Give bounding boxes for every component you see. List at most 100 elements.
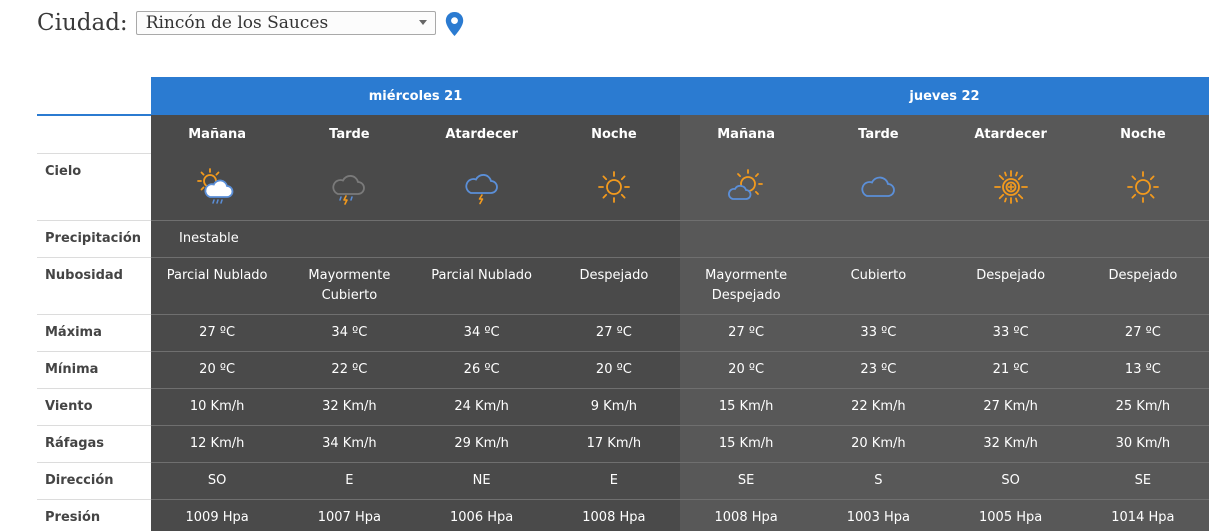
city-select-value: Rincón de los Sauces [145,13,329,33]
city-select[interactable]: Rincón de los Sauces [135,11,436,35]
row-label-min: Mínima [37,351,151,389]
min-temp-cell: 21 ºC [944,351,1077,389]
corner-cell [37,77,151,116]
pressure-cell: 1007 Hpa [283,499,416,531]
max-temp-cell: 33 ºC [812,314,945,352]
min-temp-row: Mínima 20 ºC 22 ºC 26 ºC 20 ºC 20 ºC 23 … [37,351,1209,389]
direction-cell: SO [151,462,284,500]
gusts-cell: 12 Km/h [151,425,284,463]
precipitation-cell [680,220,1209,258]
sky-row: Cielo [37,153,1209,221]
wind-cell: 10 Km/h [151,388,284,426]
cloudiness-cell: Mayormente Despejado [680,257,813,315]
max-temp-cell: 27 ºC [1076,314,1209,352]
cloudiness-cell: Despejado [944,257,1077,315]
min-temp-cell: 13 ºC [1076,351,1209,389]
sun-cloud-rain-icon [197,167,234,204]
wind-cell: 32 Km/h [283,388,416,426]
sky-cell [944,153,1077,221]
period-header: Mañana [151,115,284,154]
pressure-cell: 1005 Hpa [944,499,1077,531]
max-temp-cell: 33 ºC [944,314,1077,352]
pressure-cell: 1009 Hpa [151,499,284,531]
gusts-cell: 20 Km/h [812,425,945,463]
min-temp-cell: 20 ºC [680,351,813,389]
period-header: Atardecer [944,115,1077,154]
sun-icon [1126,170,1159,203]
cloudiness-cell: Parcial Nublado [151,257,284,315]
forecast-table: miércoles 21 jueves 22 Mañana Tarde Atar… [37,77,1209,531]
row-label-gusts: Ráfagas [37,425,151,463]
sun-halo-icon [993,169,1028,204]
gusts-row: Ráfagas 12 Km/h 34 Km/h 29 Km/h 17 Km/h … [37,425,1209,463]
period-header: Tarde [283,115,416,154]
row-label-wind: Viento [37,388,151,426]
min-temp-cell: 26 ºC [415,351,548,389]
gusts-cell: 29 Km/h [415,425,548,463]
cloud-icon [861,176,896,197]
wind-cell: 22 Km/h [812,388,945,426]
sky-cell [415,153,548,221]
period-header: Mañana [680,115,813,154]
cloudiness-cell: Mayormente Cubierto [283,257,416,315]
cloud-lightning-icon [465,173,498,205]
period-header: Noche [1076,115,1209,154]
day-header-2: jueves 22 [680,77,1209,115]
wind-cell: 15 Km/h [680,388,813,426]
row-label-max: Máxima [37,314,151,352]
max-temp-cell: 27 ºC [151,314,284,352]
precipitation-cell: Inestable [151,220,680,258]
pressure-cell: 1014 Hpa [1076,499,1209,531]
wind-cell: 9 Km/h [547,388,680,426]
max-temp-cell: 27 ºC [547,314,680,352]
direction-cell: SE [680,462,813,500]
cloud-storm-icon [332,174,366,205]
gusts-cell: 34 Km/h [283,425,416,463]
sun-cloud-icon [728,168,764,200]
gusts-cell: 30 Km/h [1076,425,1209,463]
row-label-cloudiness: Nubosidad [37,257,151,315]
max-temp-cell: 34 ºC [283,314,416,352]
min-temp-cell: 22 ºC [283,351,416,389]
gusts-cell: 15 Km/h [680,425,813,463]
city-selector-bar: Ciudad: Rincón de los Sauces [37,8,464,38]
precipitation-row: Precipitación Inestable [37,220,1209,258]
wind-cell: 27 Km/h [944,388,1077,426]
location-pin-icon[interactable] [445,12,464,36]
sky-cell [1076,153,1209,221]
wind-row: Viento 10 Km/h 32 Km/h 24 Km/h 9 Km/h 15… [37,388,1209,426]
direction-cell: E [283,462,416,500]
pressure-cell: 1003 Hpa [812,499,945,531]
wind-cell: 25 Km/h [1076,388,1209,426]
direction-cell: S [812,462,945,500]
period-row: Mañana Tarde Atardecer Noche Mañana Tard… [37,115,1209,154]
direction-cell: E [547,462,680,500]
min-temp-cell: 20 ºC [151,351,284,389]
sky-cell [283,153,416,221]
direction-cell: SE [1076,462,1209,500]
gusts-cell: 17 Km/h [547,425,680,463]
direction-row: Dirección SO E NE E SE S SO SE [37,462,1209,500]
wind-cell: 24 Km/h [415,388,548,426]
sky-cell [151,153,284,221]
min-temp-cell: 23 ºC [812,351,945,389]
direction-cell: NE [415,462,548,500]
max-temp-row: Máxima 27 ºC 34 ºC 34 ºC 27 ºC 27 ºC 33 … [37,314,1209,352]
row-label-sky: Cielo [37,153,151,221]
min-temp-cell: 20 ºC [547,351,680,389]
pressure-cell: 1008 Hpa [547,499,680,531]
period-header: Atardecer [415,115,548,154]
gusts-cell: 32 Km/h [944,425,1077,463]
row-label-direction: Dirección [37,462,151,500]
cloudiness-cell: Parcial Nublado [415,257,548,315]
max-temp-cell: 34 ºC [415,314,548,352]
sky-cell [547,153,680,221]
direction-cell: SO [944,462,1077,500]
sun-icon [597,170,630,203]
pressure-cell: 1006 Hpa [415,499,548,531]
period-header: Tarde [812,115,945,154]
pressure-cell: 1008 Hpa [680,499,813,531]
cloudiness-row: Nubosidad Parcial Nublado Mayormente Cub… [37,257,1209,315]
row-label-precipitation: Precipitación [37,220,151,258]
corner-cell [37,115,151,154]
